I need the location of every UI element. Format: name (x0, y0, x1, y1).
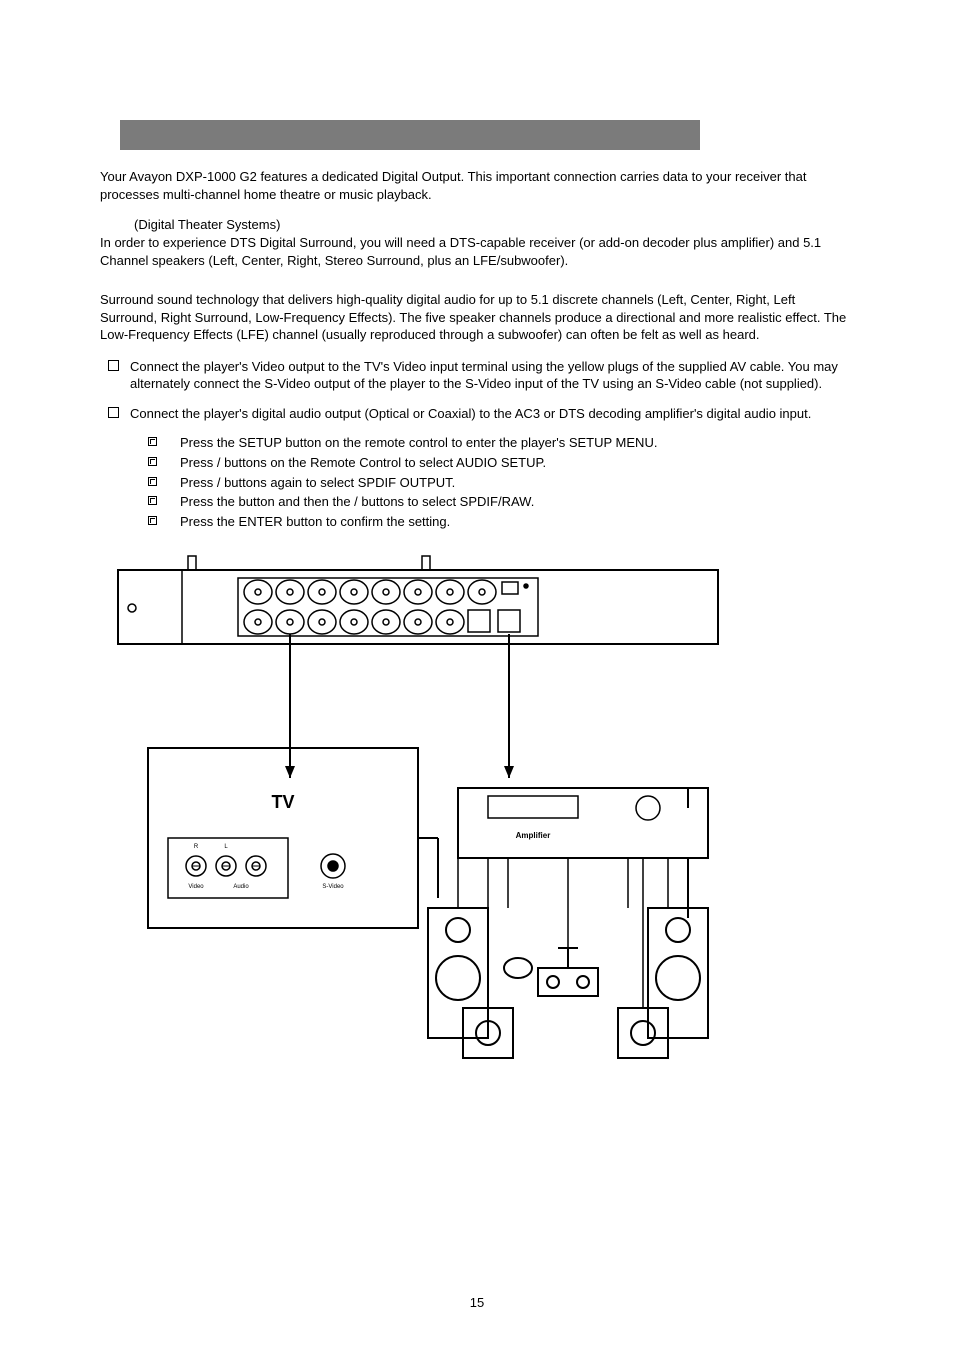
substep-1: Press the SETUP button on the remote con… (148, 434, 854, 452)
step-1: Connect the player's Video output to the… (100, 358, 854, 393)
diagram-audio-label: Audio (233, 884, 249, 890)
surround-paragraph: Surround sound technology that delivers … (100, 291, 854, 344)
substep-2: Press / buttons on the Remote Control to… (148, 454, 854, 472)
substep-4: Press the button and then the / buttons … (148, 493, 854, 511)
page-number: 15 (0, 1295, 954, 1310)
setup-substeps: Press the SETUP button on the remote con… (148, 434, 854, 530)
intro-paragraph: Your Avayon DXP-1000 G2 features a dedic… (100, 168, 854, 203)
connection-steps: Connect the player's Video output to the… (100, 358, 854, 423)
diagram-r-label: R (194, 844, 199, 850)
page: Your Avayon DXP-1000 G2 features a dedic… (0, 0, 954, 1350)
dts-paragraph: In order to experience DTS Digital Surro… (100, 234, 854, 269)
connection-diagram: TV R L Video Audio S-Video (108, 548, 854, 1073)
diagram-svideo-label: S-Video (322, 884, 344, 890)
dts-subheading: (Digital Theater Systems) (134, 217, 854, 232)
section-header-bar (120, 120, 700, 150)
diagram-tv-label: TV (271, 792, 294, 812)
diagram-amplifier-label: Amplifier (516, 831, 551, 840)
diagram-video-label: Video (188, 884, 204, 890)
substep-5: Press the ENTER button to confirm the se… (148, 513, 854, 531)
diagram-l-label: L (224, 844, 228, 850)
substep-3: Press / buttons again to select SPDIF OU… (148, 474, 854, 492)
step-2: Connect the player's digital audio outpu… (100, 405, 854, 423)
